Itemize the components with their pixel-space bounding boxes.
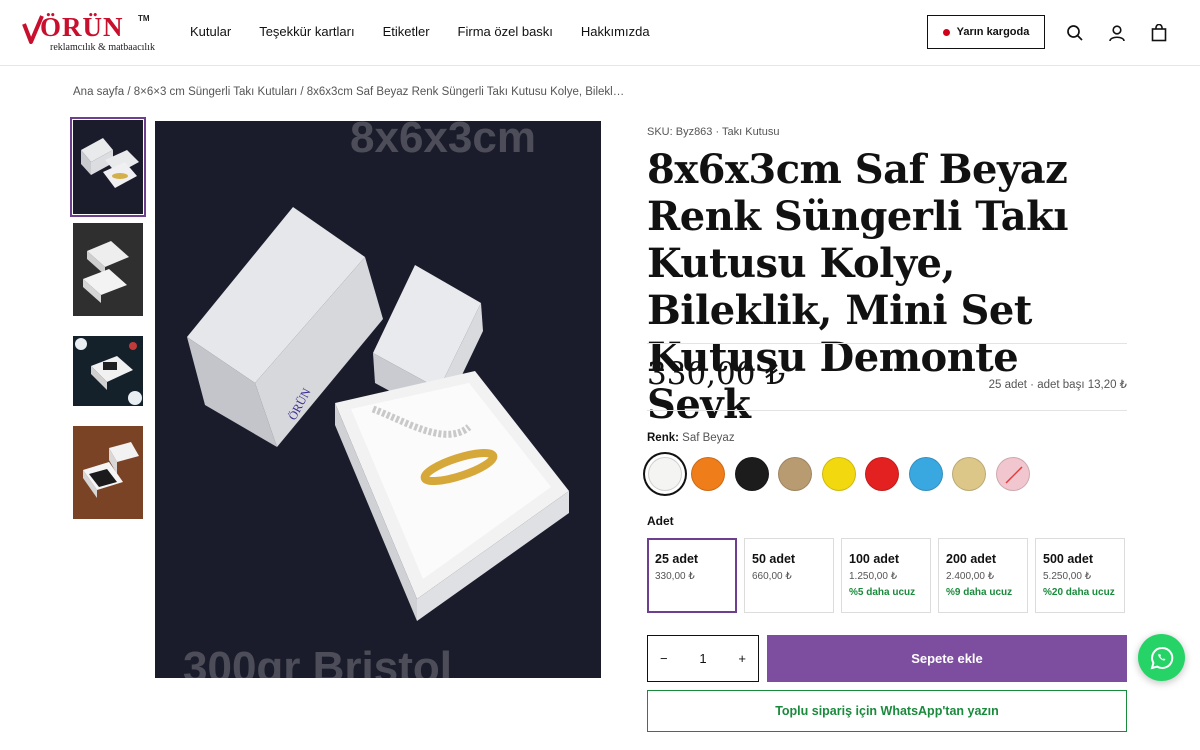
quantity-label: Adet bbox=[647, 514, 674, 528]
main-nav: Kutular Teşekkür kartları Etiketler Firm… bbox=[190, 24, 650, 39]
tier-quantity: 500 adet bbox=[1043, 552, 1094, 566]
unit-price-info: 25 adet · adet başı 13,20 ₺ bbox=[988, 379, 1127, 391]
color-selected-value: Saf Beyaz bbox=[682, 432, 735, 444]
decrease-button[interactable]: − bbox=[660, 651, 668, 666]
whatsapp-icon bbox=[1150, 646, 1173, 669]
brand-name: ÖRÜN bbox=[40, 12, 124, 42]
color-swatch-9[interactable] bbox=[996, 457, 1030, 491]
product-sku: SKU: Byz863 · Takı Kutusu bbox=[647, 126, 780, 138]
divider bbox=[647, 410, 1127, 411]
color-swatch-3[interactable] bbox=[735, 457, 769, 491]
gallery-thumbnail-1[interactable] bbox=[70, 117, 146, 217]
gallery-thumbnail-3[interactable] bbox=[73, 336, 143, 406]
image-watermark-bottom: 300gr Bristol bbox=[183, 643, 452, 678]
quantity-stepper: − 1 + bbox=[647, 635, 759, 682]
tier-quantity: 25 adet bbox=[655, 552, 699, 566]
brand-tagline: reklamcılık & matbaacılık bbox=[50, 42, 155, 53]
product-main-image[interactable]: 8x6x3cm 300gr Bristol ÖRÜN bbox=[155, 121, 601, 678]
quantity-value[interactable]: 1 bbox=[699, 651, 706, 666]
nav-item-kutular[interactable]: Kutular bbox=[190, 24, 231, 39]
product-photo: ÖRÜN bbox=[187, 207, 569, 621]
gallery-thumbnail-2[interactable] bbox=[73, 223, 143, 316]
quantity-tier-option[interactable]: 200 adet 2.400,00 ₺ %9 daha ucuz bbox=[938, 538, 1028, 613]
thumbnail-image bbox=[73, 336, 143, 406]
quantity-tier-option[interactable]: 25 adet 330,00 ₺ bbox=[647, 538, 737, 613]
user-icon[interactable] bbox=[1108, 24, 1126, 42]
color-swatch-6[interactable] bbox=[865, 457, 899, 491]
color-label: Renk: Saf Beyaz bbox=[647, 432, 735, 444]
color-swatch-2[interactable] bbox=[691, 457, 725, 491]
color-swatch-4[interactable] bbox=[778, 457, 812, 491]
tier-discount-badge: %5 daha ucuz bbox=[849, 587, 916, 598]
unavailable-slash-icon bbox=[1005, 466, 1023, 484]
tier-quantity: 50 adet bbox=[752, 552, 796, 566]
thumbnail-image bbox=[81, 138, 139, 188]
quantity-tier-option[interactable]: 500 adet 5.250,00 ₺ %20 daha ucuz bbox=[1035, 538, 1125, 613]
breadcrumb[interactable]: Ana sayfa / 8×6×3 cm Süngerli Takı Kutul… bbox=[73, 86, 624, 98]
divider bbox=[647, 343, 1127, 344]
thumbnail-image bbox=[73, 223, 143, 316]
tier-price: 5.250,00 ₺ bbox=[1043, 571, 1092, 582]
quantity-tier-option[interactable]: 100 adet 1.250,00 ₺ %5 daha ucuz bbox=[841, 538, 931, 613]
thumbnail-image bbox=[73, 426, 143, 519]
nav-item-tesekkur-kartlari[interactable]: Teşekkür kartları bbox=[259, 24, 354, 39]
color-swatch-1[interactable] bbox=[648, 457, 682, 491]
cargo-button-label: Yarın kargoda bbox=[956, 26, 1030, 38]
tier-discount-badge: %20 daha ucuz bbox=[1043, 587, 1115, 598]
tier-price: 660,00 ₺ bbox=[752, 571, 792, 582]
bag-icon[interactable] bbox=[1150, 24, 1168, 42]
product-price: 330,00 ₺ bbox=[647, 356, 786, 392]
color-swatch-7[interactable] bbox=[909, 457, 943, 491]
color-label-title: Renk: bbox=[647, 432, 679, 444]
tier-price: 330,00 ₺ bbox=[655, 571, 695, 582]
whatsapp-float-button[interactable] bbox=[1138, 634, 1185, 681]
tier-discount-badge: %9 daha ucuz bbox=[946, 587, 1013, 598]
tier-price: 2.400,00 ₺ bbox=[946, 571, 995, 582]
status-dot bbox=[942, 28, 950, 36]
color-swatch-8[interactable] bbox=[952, 457, 986, 491]
gallery-thumbnail-4[interactable] bbox=[73, 426, 143, 519]
whatsapp-order-button[interactable]: Toplu sipariş için WhatsApp'tan yazın bbox=[647, 690, 1127, 732]
add-to-cart-button[interactable]: Sepete ekle bbox=[767, 635, 1127, 682]
image-watermark-top: 8x6x3cm bbox=[350, 121, 536, 162]
nav-item-etiketler[interactable]: Etiketler bbox=[383, 24, 430, 39]
tier-quantity: 200 adet bbox=[946, 552, 997, 566]
brand-logo[interactable]: ÖRÜN TM reklamcılık & matbaacılık bbox=[22, 12, 155, 56]
nav-item-hakkimizda[interactable]: Hakkımızda bbox=[581, 24, 650, 39]
nav-item-firma-ozel-baski[interactable]: Firma özel baskı bbox=[458, 24, 553, 39]
quantity-tier-option[interactable]: 50 adet 660,00 ₺ bbox=[744, 538, 834, 613]
cargo-button[interactable]: Yarın kargoda bbox=[927, 15, 1045, 49]
search-icon[interactable] bbox=[1066, 24, 1084, 42]
color-swatch-5[interactable] bbox=[822, 457, 856, 491]
increase-button[interactable]: + bbox=[738, 651, 746, 666]
site-header: ÖRÜN TM reklamcılık & matbaacılık Kutula… bbox=[0, 0, 1200, 66]
brand-trademark: TM bbox=[138, 14, 150, 23]
tier-price: 1.250,00 ₺ bbox=[849, 571, 898, 582]
tier-quantity: 100 adet bbox=[849, 552, 900, 566]
